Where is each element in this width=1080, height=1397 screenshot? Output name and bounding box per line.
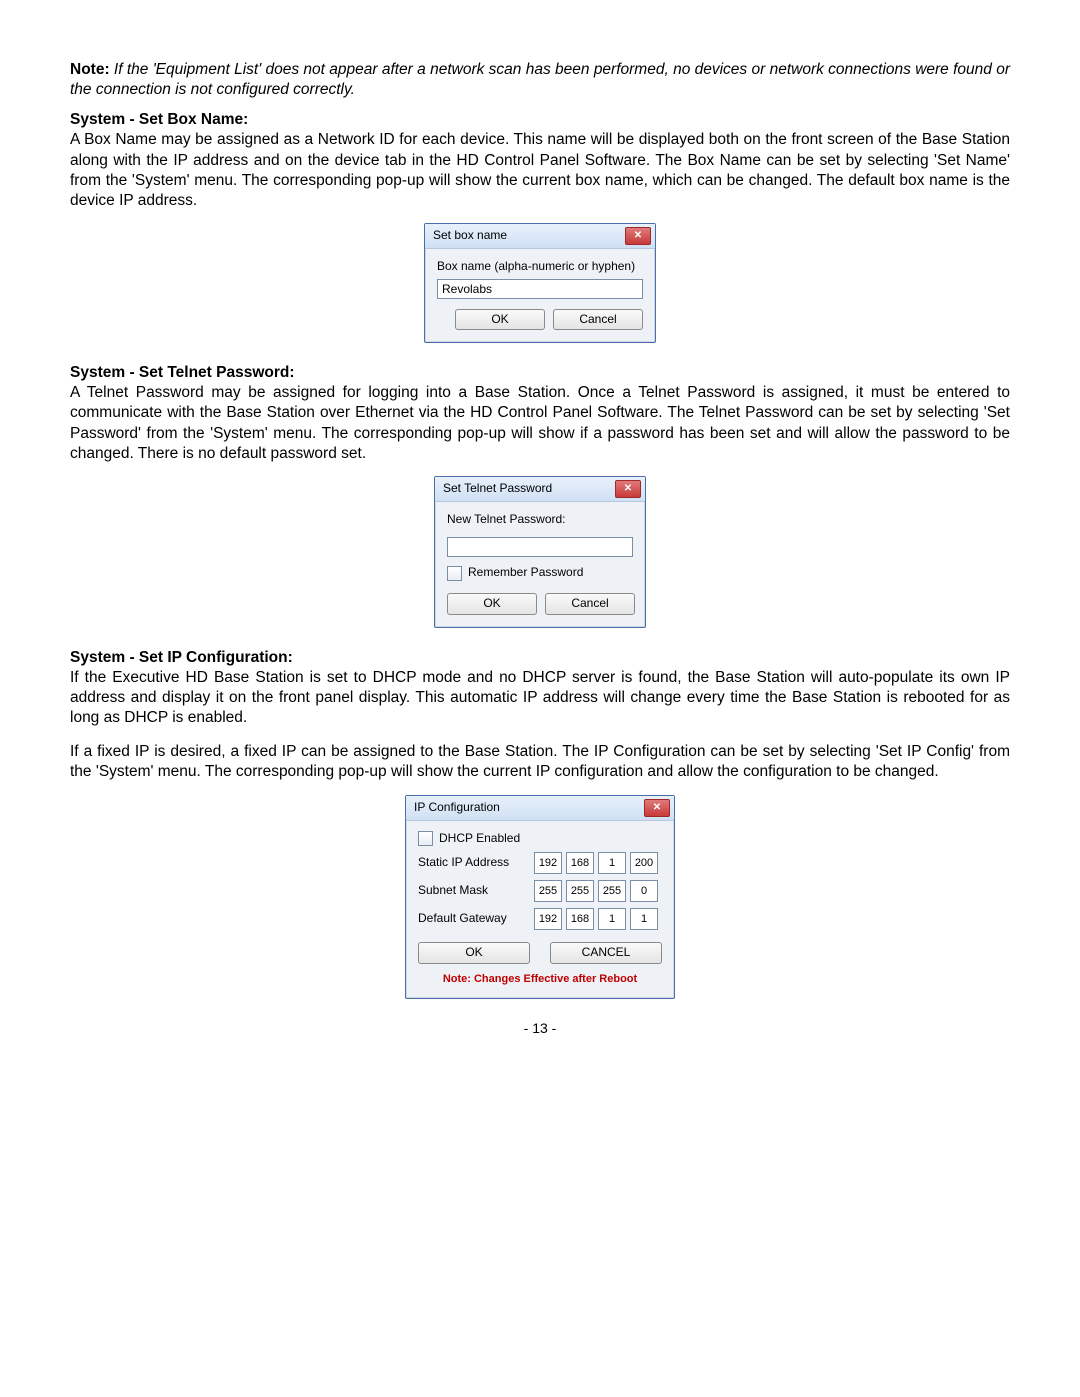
static-ip-octet-3[interactable] <box>598 852 626 874</box>
cancel-button[interactable]: Cancel <box>545 593 635 615</box>
gateway-octet-1[interactable] <box>534 908 562 930</box>
titlebar: IP Configuration ✕ <box>406 796 674 821</box>
reboot-note: Note: Changes Effective after Reboot <box>418 972 662 986</box>
ok-button[interactable]: OK <box>455 309 545 331</box>
close-icon[interactable]: ✕ <box>615 480 641 498</box>
titlebar: Set box name ✕ <box>425 224 655 249</box>
subnet-octet-3[interactable] <box>598 880 626 902</box>
subnet-octet-4[interactable] <box>630 880 658 902</box>
para-set-ip-config-2: If a fixed IP is desired, a fixed IP can… <box>70 742 1010 782</box>
remember-password-label: Remember Password <box>468 565 583 581</box>
subnet-octet-1[interactable] <box>534 880 562 902</box>
ok-button[interactable]: OK <box>418 942 530 964</box>
gateway-octet-2[interactable] <box>566 908 594 930</box>
box-name-input[interactable] <box>437 279 643 299</box>
dialog-ip-configuration: IP Configuration ✕ DHCP Enabled Static I… <box>405 795 675 999</box>
dialog-title: Set box name <box>433 228 507 244</box>
static-ip-label: Static IP Address <box>418 855 526 871</box>
password-input[interactable] <box>447 537 633 557</box>
cancel-button[interactable]: Cancel <box>553 309 643 331</box>
titlebar: Set Telnet Password ✕ <box>435 477 645 502</box>
gateway-label: Default Gateway <box>418 911 526 927</box>
static-ip-octet-4[interactable] <box>630 852 658 874</box>
remember-password-checkbox[interactable] <box>447 566 462 581</box>
password-label: New Telnet Password: <box>447 512 633 528</box>
dialog-title: Set Telnet Password <box>443 481 552 497</box>
heading-set-box-name: System - Set Box Name: <box>70 110 1010 130</box>
dhcp-enabled-label: DHCP Enabled <box>439 831 520 847</box>
static-ip-octet-2[interactable] <box>566 852 594 874</box>
dialog-set-box-name: Set box name ✕ Box name (alpha-numeric o… <box>424 223 656 343</box>
gateway-octet-4[interactable] <box>630 908 658 930</box>
dhcp-enabled-checkbox[interactable] <box>418 831 433 846</box>
subnet-mask-label: Subnet Mask <box>418 883 526 899</box>
para-set-telnet-password: A Telnet Password may be assigned for lo… <box>70 383 1010 464</box>
close-icon[interactable]: ✕ <box>625 227 651 245</box>
heading-set-telnet-password: System - Set Telnet Password: <box>70 363 1010 383</box>
cancel-button[interactable]: CANCEL <box>550 942 662 964</box>
static-ip-octet-1[interactable] <box>534 852 562 874</box>
close-icon[interactable]: ✕ <box>644 799 670 817</box>
gateway-octet-3[interactable] <box>598 908 626 930</box>
para-set-box-name: A Box Name may be assigned as a Network … <box>70 130 1010 211</box>
ok-button[interactable]: OK <box>447 593 537 615</box>
para-set-ip-config-1: If the Executive HD Base Station is set … <box>70 668 1010 728</box>
heading-set-ip-config: System - Set IP Configuration: <box>70 648 1010 668</box>
dialog-set-telnet-password: Set Telnet Password ✕ New Telnet Passwor… <box>434 476 646 628</box>
note-label: Note: <box>70 61 110 78</box>
subnet-octet-2[interactable] <box>566 880 594 902</box>
box-name-label: Box name (alpha-numeric or hyphen) <box>437 259 643 275</box>
note-text: If the 'Equipment List' does not appear … <box>70 61 1010 98</box>
intro-note: Note: If the 'Equipment List' does not a… <box>70 60 1010 100</box>
dialog-title: IP Configuration <box>414 800 500 816</box>
page-number: - 13 - <box>70 1019 1010 1037</box>
